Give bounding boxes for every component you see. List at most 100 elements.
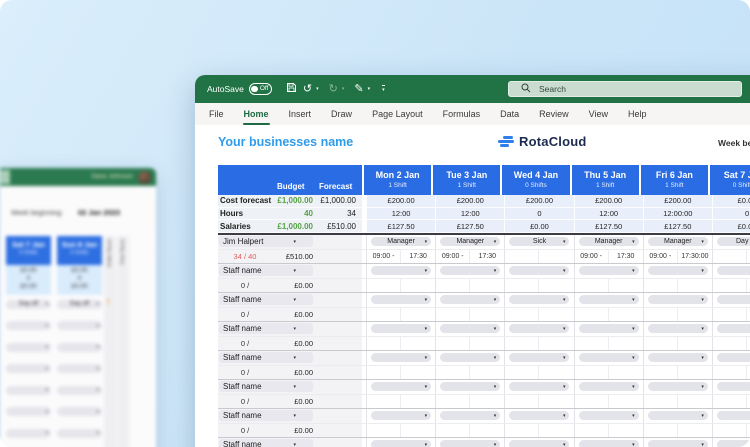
shift-end-cell[interactable] (609, 279, 643, 293)
shift-end-cell[interactable] (678, 279, 712, 293)
shift-end-cell[interactable] (609, 337, 643, 351)
shift-start-cell[interactable]: 09:00 - (575, 250, 609, 264)
shift-type-dropdown[interactable]: ▾ (717, 440, 750, 447)
summary-day-cell[interactable]: £0.00 (712, 220, 750, 233)
shift-end-cell[interactable] (401, 308, 435, 322)
shift-type-dropdown[interactable]: ▾ (648, 353, 708, 362)
staff-name-dropdown[interactable]: Staff name ▾ (219, 265, 313, 276)
shift-start-cell[interactable] (644, 279, 678, 293)
summary-day-cell[interactable]: 0 (504, 208, 573, 221)
shift-end-cell[interactable] (470, 424, 504, 438)
shift-type-dropdown[interactable]: ▾ (371, 324, 431, 333)
shift-type-dropdown[interactable]: ▾ (648, 295, 708, 304)
shift-end-cell[interactable] (401, 366, 435, 380)
shift-start-cell[interactable] (436, 308, 470, 322)
summary-day-cell[interactable]: £127.50 (435, 220, 504, 233)
shift-start-cell[interactable] (713, 337, 747, 351)
summary-day-cell[interactable]: £127.50 (366, 220, 435, 233)
autosave-toggle[interactable]: Off (249, 83, 272, 95)
shift-type-dropdown[interactable]: ▾ (579, 353, 639, 362)
shift-type-dropdown[interactable]: Manager ▾ (648, 237, 708, 246)
shift-start-cell[interactable] (575, 424, 609, 438)
shift-type-dropdown[interactable]: Day off ▾ (717, 237, 750, 246)
summary-day-cell[interactable]: 12:00:00 (643, 208, 712, 221)
background-rota-window[interactable]: Dave Johnson Week beginning: 02 Jan 2023… (0, 168, 156, 447)
summary-budget-cell[interactable]: £1,000.00 (272, 196, 317, 205)
shift-start-cell[interactable] (713, 279, 747, 293)
shift-end-cell[interactable] (609, 395, 643, 409)
shift-end-cell[interactable] (539, 366, 573, 380)
customize-toolbar-icon[interactable]: ▾ (382, 85, 385, 93)
shift-end-cell[interactable] (678, 366, 712, 380)
shift-type-dropdown[interactable]: ▾ (509, 295, 569, 304)
shift-start-cell[interactable] (713, 250, 747, 264)
shift-type-dropdown[interactable]: ▾ (579, 324, 639, 333)
shift-end-cell[interactable] (609, 366, 643, 380)
shift-type-dropdown[interactable]: ▾ (648, 266, 708, 275)
shift-end-cell[interactable] (539, 308, 573, 322)
shift-type-dropdown[interactable]: ▾ (579, 295, 639, 304)
staff-name-dropdown[interactable]: Staff name ▾ (219, 410, 313, 421)
shift-type-dropdown[interactable]: Manager ▾ (579, 237, 639, 246)
shift-type-dropdown[interactable]: ▾ (371, 295, 431, 304)
ribbon-tab-view[interactable]: View (579, 103, 618, 125)
shift-start-cell[interactable] (367, 337, 401, 351)
summary-day-cell[interactable]: £0.00 (504, 220, 573, 233)
shift-end-cell[interactable]: 17:30 (609, 250, 643, 264)
shift-start-cell[interactable] (505, 366, 539, 380)
shift-end-cell[interactable] (678, 308, 712, 322)
shift-type-dropdown[interactable]: ▾ (509, 411, 569, 420)
ribbon-tab-review[interactable]: Review (529, 103, 579, 125)
shift-type-dropdown[interactable]: ▾ (440, 295, 500, 304)
shift-type-dropdown[interactable]: ▾ (579, 266, 639, 275)
shift-type-dropdown[interactable]: ▾ (579, 440, 639, 447)
shift-start-cell[interactable] (505, 250, 539, 264)
undo-dropdown-icon[interactable]: ▾ (316, 86, 319, 92)
summary-day-cell[interactable]: £200.00 (574, 195, 643, 208)
shift-type-dropdown[interactable]: ▾ (509, 382, 569, 391)
shift-start-cell[interactable] (367, 308, 401, 322)
staff-name-dropdown[interactable]: Staff name ▾ (219, 381, 313, 392)
shift-start-cell[interactable] (644, 308, 678, 322)
shift-type-dropdown[interactable]: ▾ (717, 353, 750, 362)
shift-start-cell[interactable]: 09:00 - (436, 250, 470, 264)
shift-type-dropdown[interactable]: ▾ (371, 411, 431, 420)
staff-name-dropdown[interactable]: Staff name ▾ (219, 352, 313, 363)
shift-type-dropdown[interactable]: ▾ (717, 382, 750, 391)
summary-day-cell[interactable]: £127.50 (643, 220, 712, 233)
shift-type-dropdown[interactable]: ▾ (717, 411, 750, 420)
ribbon-tab-formulas[interactable]: Formulas (433, 103, 491, 125)
summary-forecast-cell[interactable]: £1,000.00 (317, 196, 362, 205)
shift-type-dropdown[interactable]: ▾ (509, 324, 569, 333)
shift-type-dropdown[interactable]: ▾ (440, 266, 500, 275)
shift-end-cell[interactable] (401, 279, 435, 293)
summary-day-cell[interactable]: £200.00 (504, 195, 573, 208)
shift-end-cell[interactable] (470, 308, 504, 322)
shift-end-cell[interactable] (539, 395, 573, 409)
shift-start-cell[interactable] (644, 424, 678, 438)
ribbon-tab-home[interactable]: Home (234, 103, 279, 125)
summary-day-cell[interactable]: 12:00 (574, 208, 643, 221)
undo-icon[interactable]: ↺ (301, 84, 314, 95)
shift-end-cell[interactable] (678, 424, 712, 438)
save-icon[interactable] (284, 82, 299, 96)
shift-end-cell[interactable] (470, 279, 504, 293)
summary-budget-cell[interactable]: 40 (272, 209, 317, 218)
shift-start-cell[interactable] (644, 366, 678, 380)
summary-day-cell[interactable]: 12:00 (435, 208, 504, 221)
shift-end-cell[interactable]: 17:30 (470, 250, 504, 264)
shift-start-cell[interactable] (505, 279, 539, 293)
shift-start-cell[interactable] (367, 279, 401, 293)
shift-start-cell[interactable] (436, 395, 470, 409)
shift-start-cell[interactable] (505, 424, 539, 438)
shift-end-cell[interactable] (470, 337, 504, 351)
shift-type-dropdown[interactable]: Manager ▾ (371, 237, 431, 246)
shift-end-cell[interactable] (609, 308, 643, 322)
shift-type-dropdown[interactable]: ▾ (371, 353, 431, 362)
shift-start-cell[interactable] (436, 366, 470, 380)
shift-type-dropdown[interactable]: ▾ (440, 411, 500, 420)
shift-start-cell[interactable] (367, 366, 401, 380)
summary-day-cell[interactable]: 12:00 (366, 208, 435, 221)
shift-end-cell[interactable]: 17:30 (401, 250, 435, 264)
shift-type-dropdown[interactable]: ▾ (440, 382, 500, 391)
